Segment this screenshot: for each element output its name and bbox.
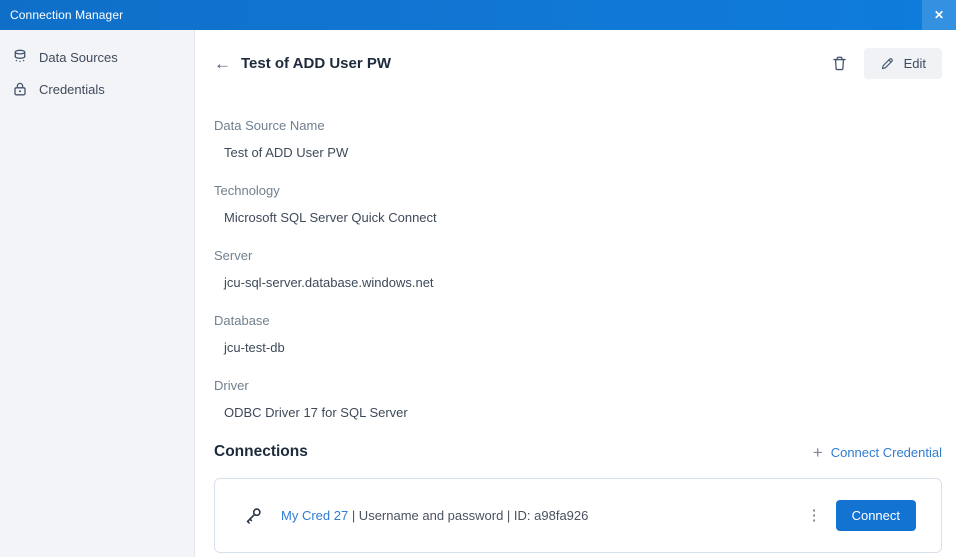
field-label-server: Server: [214, 248, 942, 263]
field-value-server: jcu-sql-server.database.windows.net: [214, 275, 942, 290]
pencil-icon: [880, 56, 895, 71]
field-label-database: Database: [214, 313, 942, 328]
credential-card: My Cred 27 | Username and password | ID:…: [214, 478, 942, 553]
field-label-technology: Technology: [214, 183, 942, 198]
database-icon: [12, 49, 28, 65]
connections-header: Connections + Connect Credential: [214, 443, 942, 461]
credential-summary: My Cred 27 | Username and password | ID:…: [281, 508, 588, 523]
detail-fields: Data Source Name Test of ADD User PW Tec…: [214, 118, 942, 420]
page-header: ← Test of ADD User PW Edit: [214, 48, 942, 78]
sidebar-item-data-sources[interactable]: Data Sources: [0, 41, 194, 73]
connections-heading: Connections: [214, 443, 308, 461]
field-label-driver: Driver: [214, 378, 942, 393]
field-label-data-source-name: Data Source Name: [214, 118, 942, 133]
delete-button[interactable]: [827, 51, 852, 76]
back-button[interactable]: ←: [214, 55, 231, 72]
field-value-data-source-name: Test of ADD User PW: [214, 145, 942, 160]
credential-detail: | Username and password | ID: a98fa926: [348, 508, 588, 523]
main-content: ← Test of ADD User PW Edit: [195, 30, 956, 557]
window-titlebar: Connection Manager ✕: [0, 0, 956, 30]
sidebar-item-credentials[interactable]: Credentials: [0, 73, 194, 105]
connect-credential-label: Connect Credential: [831, 445, 942, 460]
trash-icon: [831, 55, 848, 72]
field-value-technology: Microsoft SQL Server Quick Connect: [214, 210, 942, 225]
page-title: Test of ADD User PW: [241, 55, 391, 72]
lock-icon: [12, 81, 28, 97]
key-icon: [243, 506, 263, 526]
window-title: Connection Manager: [10, 8, 123, 22]
close-icon[interactable]: ✕: [922, 0, 956, 30]
connect-button[interactable]: Connect: [836, 500, 916, 531]
sidebar-item-label: Data Sources: [39, 50, 118, 65]
plus-icon: +: [813, 444, 823, 461]
kebab-menu-icon[interactable]: ⋮: [801, 504, 828, 527]
field-value-driver: ODBC Driver 17 for SQL Server: [214, 405, 942, 420]
edit-button[interactable]: Edit: [864, 48, 942, 79]
field-value-database: jcu-test-db: [214, 340, 942, 355]
sidebar: Data Sources Credentials: [0, 30, 195, 557]
edit-button-label: Edit: [904, 56, 926, 71]
connect-credential-link[interactable]: + Connect Credential: [813, 444, 942, 461]
connection-manager-window: Connection Manager ✕ Data S: [0, 0, 956, 557]
sidebar-item-label: Credentials: [39, 82, 105, 97]
credential-name-link[interactable]: My Cred 27: [281, 508, 348, 523]
